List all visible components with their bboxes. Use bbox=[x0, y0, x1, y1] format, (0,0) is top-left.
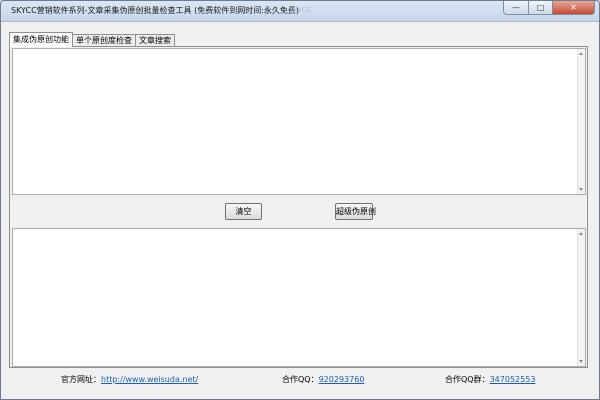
source-text-area[interactable] bbox=[12, 48, 586, 195]
scroll-up-arrow-icon[interactable] bbox=[579, 52, 583, 55]
source-text-scrollbar[interactable] bbox=[577, 49, 585, 194]
qq-group-info: 合作QQ群：347052553 bbox=[445, 374, 535, 385]
maximize-button[interactable]: □ bbox=[529, 1, 553, 15]
title-ghost-text: SKYCC bbox=[289, 6, 312, 14]
result-text-area[interactable] bbox=[12, 228, 586, 367]
clear-button[interactable]: 清空 bbox=[225, 203, 262, 220]
scroll-down-arrow-icon[interactable] bbox=[579, 188, 583, 191]
scroll-down-arrow-icon[interactable] bbox=[579, 360, 583, 363]
tab-integrated-pseudo-original[interactable]: 集成伪原创功能 bbox=[9, 32, 73, 47]
qq-group-link[interactable]: 347052553 bbox=[490, 375, 536, 384]
close-icon: ✕ bbox=[570, 3, 577, 12]
minimize-button[interactable]: — bbox=[503, 1, 529, 15]
website-info: 官方网址：http://www.weisuda.net/ bbox=[61, 374, 198, 385]
tab-strip: 集成伪原创功能 单个原创度检查 文章搜索 bbox=[9, 32, 175, 47]
qq-info: 合作QQ：920293760 bbox=[282, 374, 364, 385]
title-bar[interactable]: SKYCC营销软件系列-文章采集伪原创批量检查工具 (免费软件到网时间:永久免费… bbox=[1, 1, 599, 22]
app-window: SKYCC营销软件系列-文章采集伪原创批量检查工具 (免费软件到网时间:永久免费… bbox=[0, 0, 600, 400]
website-link[interactable]: http://www.weisuda.net/ bbox=[101, 375, 198, 384]
window-title: SKYCC营销软件系列-文章采集伪原创批量检查工具 (免费软件到网时间:永久免费… bbox=[11, 6, 300, 15]
minimize-icon: — bbox=[512, 3, 520, 12]
footer-bar: 官方网址：http://www.weisuda.net/ 合作QQ：920293… bbox=[1, 369, 599, 387]
maximize-icon: □ bbox=[536, 3, 545, 12]
window-controls: — □ ✕ bbox=[503, 1, 595, 16]
tab-panel: 清空 超级伪原创 bbox=[9, 46, 588, 368]
qq-label: 合作QQ： bbox=[282, 375, 319, 384]
qq-group-label: 合作QQ群： bbox=[445, 375, 490, 384]
close-button[interactable]: ✕ bbox=[553, 1, 595, 15]
scroll-up-arrow-icon[interactable] bbox=[579, 232, 583, 235]
result-text-scrollbar[interactable] bbox=[577, 229, 585, 366]
website-label: 官方网址： bbox=[61, 375, 101, 384]
qq-number-link[interactable]: 920293760 bbox=[319, 375, 365, 384]
super-pseudo-original-button[interactable]: 超级伪原创 bbox=[335, 203, 376, 220]
